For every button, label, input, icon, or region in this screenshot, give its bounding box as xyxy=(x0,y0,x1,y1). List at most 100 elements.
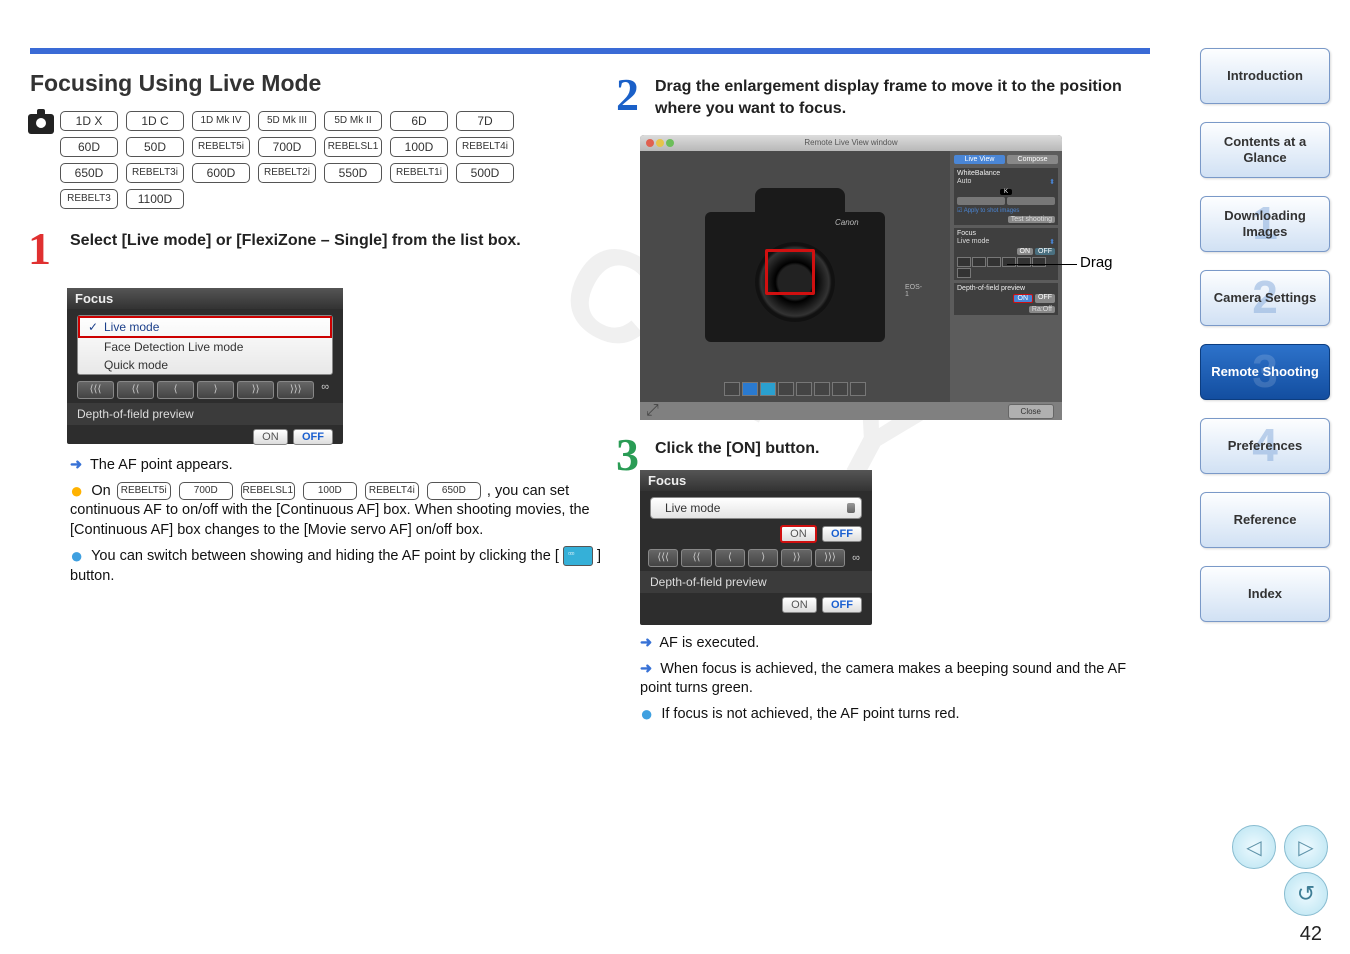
step-1-number: 1 xyxy=(28,226,51,272)
focus-mode-selected[interactable]: Live mode xyxy=(78,316,332,338)
back-button[interactable]: ↺ xyxy=(1284,872,1328,916)
model-tag: REBELT5i xyxy=(117,482,171,500)
nav-preferences[interactable]: 4 Preferences xyxy=(1200,418,1330,474)
focus-arrow[interactable]: ⟩ xyxy=(748,549,778,567)
focus-arrow[interactable]: ⟩⟩⟩ xyxy=(815,549,845,567)
close-button[interactable]: Close xyxy=(1008,404,1054,419)
note-text: When focus is achieved, the camera makes… xyxy=(640,661,1126,697)
arrow-bullet-icon: ➜ xyxy=(70,457,82,473)
focus-arrow[interactable]: ⟩ xyxy=(197,381,234,399)
focus-arrow[interactable]: ⟨⟨⟨ xyxy=(648,549,678,567)
step-3-number: 3 xyxy=(616,432,639,478)
depth-on-button[interactable]: ON xyxy=(1013,294,1034,303)
model-tag: 7D xyxy=(456,111,514,131)
nav-reference[interactable]: Reference xyxy=(1200,492,1330,548)
nav-remote-shooting[interactable]: 3 Remote Shooting xyxy=(1200,344,1330,400)
next-page-button[interactable]: ▷ xyxy=(1284,825,1328,869)
nav-downloading-images[interactable]: 1 Downloading Images xyxy=(1200,196,1330,252)
camera-brand-text: Canon xyxy=(835,218,859,227)
depth-of-field-label: Depth-of-field preview xyxy=(640,571,872,593)
focus-arrow[interactable]: ⟩⟩ xyxy=(781,549,811,567)
focus-arrow[interactable]: ⟨⟨⟨ xyxy=(77,381,114,399)
enlargement-frame[interactable] xyxy=(765,249,815,295)
focus-arrow[interactable]: ⟩⟩⟩ xyxy=(277,381,314,399)
note-text: On xyxy=(91,483,114,499)
test-shooting-button[interactable]: Test shooting xyxy=(1008,216,1055,223)
focus-arrow[interactable]: ⟨⟨ xyxy=(681,549,711,567)
infinity-icon: ∞ xyxy=(317,381,333,399)
dot-bullet-icon: ● xyxy=(70,478,83,503)
depth-section-label: Depth-of-field preview xyxy=(957,285,1055,292)
arrow-bullet-icon: ➜ xyxy=(640,661,652,677)
arrow-bullet-icon: ➜ xyxy=(640,635,652,651)
focus-title: Focus xyxy=(640,470,872,491)
focus-section-label: Focus xyxy=(957,230,1055,237)
focus-on-button[interactable]: ON xyxy=(780,525,817,543)
focus-mode-menu[interactable]: Live mode Face Detection Live mode Quick… xyxy=(77,315,333,375)
focus-arrow[interactable]: ⟨⟨ xyxy=(117,381,154,399)
live-view-preview[interactable]: Canon EOS-1 xyxy=(640,151,950,402)
depth-on-button[interactable]: ON xyxy=(782,597,817,613)
focus-on-button[interactable]: ON xyxy=(1017,248,1034,255)
expand-icon[interactable]: ⤢ xyxy=(646,402,659,420)
focus-arrow-buttons[interactable] xyxy=(957,257,1055,278)
model-tag: 700D xyxy=(258,137,316,157)
camera-icon xyxy=(28,114,54,134)
model-tag: 100D xyxy=(303,482,357,500)
focus-arrow[interactable]: ⟨ xyxy=(715,549,745,567)
model-tag: 50D xyxy=(126,137,184,157)
model-tag: 1D Mk IV xyxy=(192,111,250,131)
focus-mode-select[interactable]: Live mode xyxy=(650,497,862,519)
model-tag: REBELT5i xyxy=(192,137,250,157)
depth-of-field-label: Depth-of-field preview xyxy=(67,403,343,425)
depth-off-button[interactable]: OFF xyxy=(293,429,333,445)
step-2-number: 2 xyxy=(616,72,639,118)
wb-value[interactable]: Auto xyxy=(957,178,971,186)
focus-arrow-row: ⟨⟨⟨ ⟨⟨ ⟨ ⟩ ⟩⟩ ⟩⟩⟩ ∞ xyxy=(77,381,333,399)
nav-contents[interactable]: Contents at a Glance xyxy=(1200,122,1330,178)
nav-introduction[interactable]: Introduction xyxy=(1200,48,1330,104)
model-tag: 650D xyxy=(427,482,481,500)
depth-off-button[interactable]: OFF xyxy=(822,597,862,613)
ratio-button[interactable]: Ra:Off xyxy=(1029,306,1055,313)
focus-mode-value[interactable]: Live mode xyxy=(957,238,989,246)
model-tag: REBELT3 xyxy=(60,189,118,209)
page-heading: Focusing Using Live Mode xyxy=(30,70,321,97)
step-3-text: Click the [ON] button. xyxy=(655,440,1135,458)
focus-mode-item[interactable]: Face Detection Live mode xyxy=(78,338,332,356)
tab-compose[interactable]: Compose xyxy=(1007,155,1058,164)
step3-notes: ➜ AF is executed. ➜ When focus is achiev… xyxy=(640,634,1160,730)
model-tag: 550D xyxy=(324,163,382,183)
tab-live-view[interactable]: Live View xyxy=(954,155,1005,164)
apply-checkbox[interactable]: Apply to shot images xyxy=(964,208,1020,214)
model-tag: REBELT3i xyxy=(126,163,184,183)
depth-on-button[interactable]: ON xyxy=(253,429,288,445)
camera-model-text: EOS-1 xyxy=(905,284,922,298)
model-tag: 5D Mk II xyxy=(324,111,382,131)
model-tag: REBELT4i xyxy=(456,137,514,157)
top-rule xyxy=(30,48,1150,54)
model-tag: 100D xyxy=(390,137,448,157)
focus-arrow[interactable]: ⟩⟩ xyxy=(237,381,274,399)
model-tag: 60D xyxy=(60,137,118,157)
depth-off-button[interactable]: OFF xyxy=(1035,294,1055,303)
model-tag: 500D xyxy=(456,163,514,183)
nav-index[interactable]: Index xyxy=(1200,566,1330,622)
focus-title: Focus xyxy=(67,288,343,309)
prev-page-button[interactable]: ◁ xyxy=(1232,825,1276,869)
model-tag: REBELT4i xyxy=(365,482,419,500)
model-tag: 1D X xyxy=(60,111,118,131)
step1-notes: ➜ The AF point appears. ● On REBELT5i 70… xyxy=(70,456,620,592)
nav-camera-settings[interactable]: 2 Camera Settings xyxy=(1200,270,1330,326)
preview-toolbar[interactable] xyxy=(724,382,866,396)
focus-off-button[interactable]: OFF xyxy=(1035,248,1055,255)
live-view-side-panel: Live View Compose WhiteBalance Auto ⬍ K … xyxy=(950,151,1062,402)
focus-off-button[interactable]: OFF xyxy=(822,526,862,542)
supported-models: 1D X 1D C 1D Mk IV 5D Mk III 5D Mk II 6D… xyxy=(60,111,550,215)
model-tag: 600D xyxy=(192,163,250,183)
remote-live-view-window: Remote Live View window Canon EOS-1 Live… xyxy=(640,135,1062,420)
focus-panel-step3: Focus Live mode ON OFF ⟨⟨⟨ ⟨⟨ ⟨ ⟩ ⟩⟩ ⟩⟩⟩… xyxy=(640,470,872,625)
focus-arrow[interactable]: ⟨ xyxy=(157,381,194,399)
focus-mode-item[interactable]: Quick mode xyxy=(78,356,332,374)
model-tag: 5D Mk III xyxy=(258,111,316,131)
